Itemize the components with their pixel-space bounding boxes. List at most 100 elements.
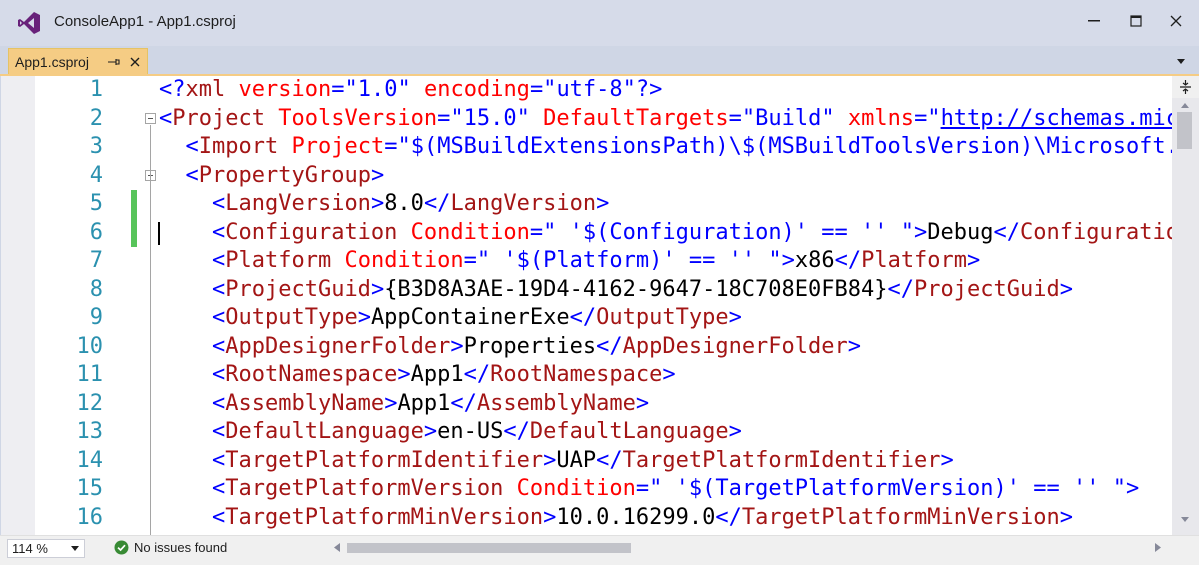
- code-token: OutputType: [225, 305, 358, 330]
- code-token: '$(Configuration)' == '': [556, 219, 901, 245]
- code-token: >: [662, 362, 676, 387]
- code-token: </: [596, 333, 623, 359]
- code-token: http://schemas.microsoft.com/developer/m…: [940, 105, 1172, 131]
- code-line[interactable]: 11 <RootNamespace>App1</RootNamespace>: [1, 361, 1172, 390]
- code-token: LangVersion: [450, 191, 597, 216]
- code-token: =": [529, 77, 557, 102]
- code-token: >: [635, 390, 650, 416]
- vertical-scroll-thumb[interactable]: [1177, 112, 1192, 149]
- title-bar: ConsoleApp1 - App1.csproj: [0, 0, 1199, 46]
- code-line[interactable]: 4 <PropertyGroup>: [1, 162, 1172, 191]
- code-line[interactable]: 12 <AssemblyName>App1</AssemblyName>: [1, 390, 1172, 419]
- line-number: 7: [89, 248, 103, 273]
- code-token: Configuration: [225, 219, 398, 245]
- code-token: >: [1059, 504, 1073, 530]
- scroll-right-icon[interactable]: [1155, 543, 1161, 552]
- scroll-left-icon[interactable]: [334, 543, 340, 552]
- code-line[interactable]: 10 <AppDesignerFolder>Properties</AppDes…: [1, 333, 1172, 362]
- line-number: 3: [89, 134, 103, 159]
- code-line[interactable]: 1 <?xml version="1.0" encoding="utf-8"?>: [1, 76, 1172, 105]
- code-token: =": [331, 77, 358, 102]
- code-token: <: [211, 362, 226, 387]
- code-token: Project: [291, 134, 385, 159]
- code-text: <Platform Condition=" '$(Platform)' == '…: [159, 247, 980, 276]
- code-token: >: [397, 362, 411, 387]
- code-line[interactable]: 15 <TargetPlatformVersion Condition=" '$…: [1, 475, 1172, 504]
- code-token: >: [543, 447, 557, 473]
- code-token: '$(TargetPlatformVersion)' == '': [662, 476, 1113, 501]
- code-text: <AssemblyName>App1</AssemblyName>: [159, 390, 649, 419]
- code-token: =": [384, 134, 411, 159]
- tab-list-dropdown-icon[interactable]: [1174, 56, 1188, 66]
- split-window-button[interactable]: [1172, 76, 1199, 98]
- code-token: encoding: [423, 77, 530, 102]
- code-token: xml: [185, 77, 226, 102]
- line-number: 9: [89, 305, 103, 330]
- code-text: <RootNamespace>App1</RootNamespace>: [159, 361, 676, 390]
- code-token: "?>: [622, 77, 663, 102]
- close-icon[interactable]: [129, 56, 141, 68]
- close-window-button[interactable]: [1153, 6, 1199, 36]
- horizontal-scroll-thumb[interactable]: [347, 543, 631, 553]
- code-token: Condition: [516, 476, 636, 501]
- document-tab-well: App1.csproj: [0, 46, 1199, 76]
- visual-studio-logo-icon: [18, 12, 40, 34]
- code-text: <Project ToolsVersion="15.0" DefaultTarg…: [159, 105, 1172, 134]
- scroll-up-icon[interactable]: [1180, 102, 1190, 109]
- tab-app1-csproj[interactable]: App1.csproj: [8, 48, 148, 76]
- code-token: <: [211, 390, 226, 416]
- pin-icon[interactable]: [107, 55, 121, 69]
- change-indicator: [131, 190, 137, 219]
- code-line[interactable]: 14 <TargetPlatformIdentifier>UAP</Target…: [1, 447, 1172, 476]
- code-token: 8.0: [384, 191, 424, 216]
- code-text: <?xml version="1.0" encoding="utf-8"?>: [159, 76, 662, 105]
- code-line[interactable]: 2 <Project ToolsVersion="15.0" DefaultTar…: [1, 105, 1172, 134]
- code-line[interactable]: 3 <Import Project="$(MSBuildExtensionsPa…: [1, 133, 1172, 162]
- code-token: <: [211, 219, 226, 245]
- code-token: <: [211, 191, 226, 216]
- code-token: ": [397, 77, 411, 102]
- code-token: x86: [794, 248, 835, 273]
- code-text: <TargetPlatformMinVersion>10.0.16299.0</…: [159, 504, 1073, 533]
- code-line[interactable]: 8 <ProjectGuid>{B3D8A3AE-19D4-4162-9647-…: [1, 276, 1172, 305]
- code-token: 10.0.16299.0: [556, 504, 716, 530]
- code-token: DefaultTargets: [543, 105, 729, 131]
- code-line[interactable]: 9 <OutputType>AppContainerExe</OutputTyp…: [1, 304, 1172, 333]
- minimize-button[interactable]: [1071, 6, 1117, 36]
- code-line[interactable]: 5 <LangVersion>8.0</LangVersion>: [1, 190, 1172, 219]
- code-token: Platform: [861, 248, 968, 273]
- vertical-scrollbar[interactable]: [1172, 76, 1199, 535]
- code-token: ": [821, 105, 835, 131]
- code-token: 15.0: [463, 105, 517, 131]
- code-token: Project: [172, 105, 265, 131]
- line-number: 16: [76, 504, 104, 530]
- code-token: TargetPlatformVersion: [225, 476, 504, 501]
- code-token: RootNamespace: [490, 362, 663, 387]
- code-token: </: [834, 248, 862, 273]
- zoom-dropdown[interactable]: 114 %: [7, 539, 85, 558]
- issues-status-text[interactable]: No issues found: [134, 540, 227, 555]
- code-line[interactable]: 6 <Configuration Condition=" '$(Configur…: [1, 218, 1172, 247]
- code-token: Import: [198, 134, 279, 159]
- horizontal-scrollbar[interactable]: [347, 540, 1157, 554]
- code-token: Properties: [463, 333, 597, 359]
- code-token: >: [543, 504, 557, 530]
- code-token: AssemblyName: [225, 390, 385, 416]
- code-editor[interactable]: 1 <?xml version="1.0" encoding="utf-8"?> 2…: [0, 76, 1172, 535]
- line-number: 15: [76, 476, 104, 501]
- scroll-down-icon[interactable]: [1180, 516, 1190, 523]
- code-line[interactable]: 13 <DefaultLanguage>en-US</DefaultLangua…: [1, 418, 1172, 447]
- code-token: <: [185, 134, 199, 159]
- code-token: <: [185, 162, 199, 188]
- line-number: 12: [76, 390, 104, 416]
- collapse-toggle-icon[interactable]: [145, 112, 156, 124]
- code-line[interactable]: 16 <TargetPlatformMinVersion>10.0.16299.…: [1, 504, 1172, 533]
- code-line[interactable]: 7 <Platform Condition=" '$(Platform)' ==…: [1, 247, 1172, 276]
